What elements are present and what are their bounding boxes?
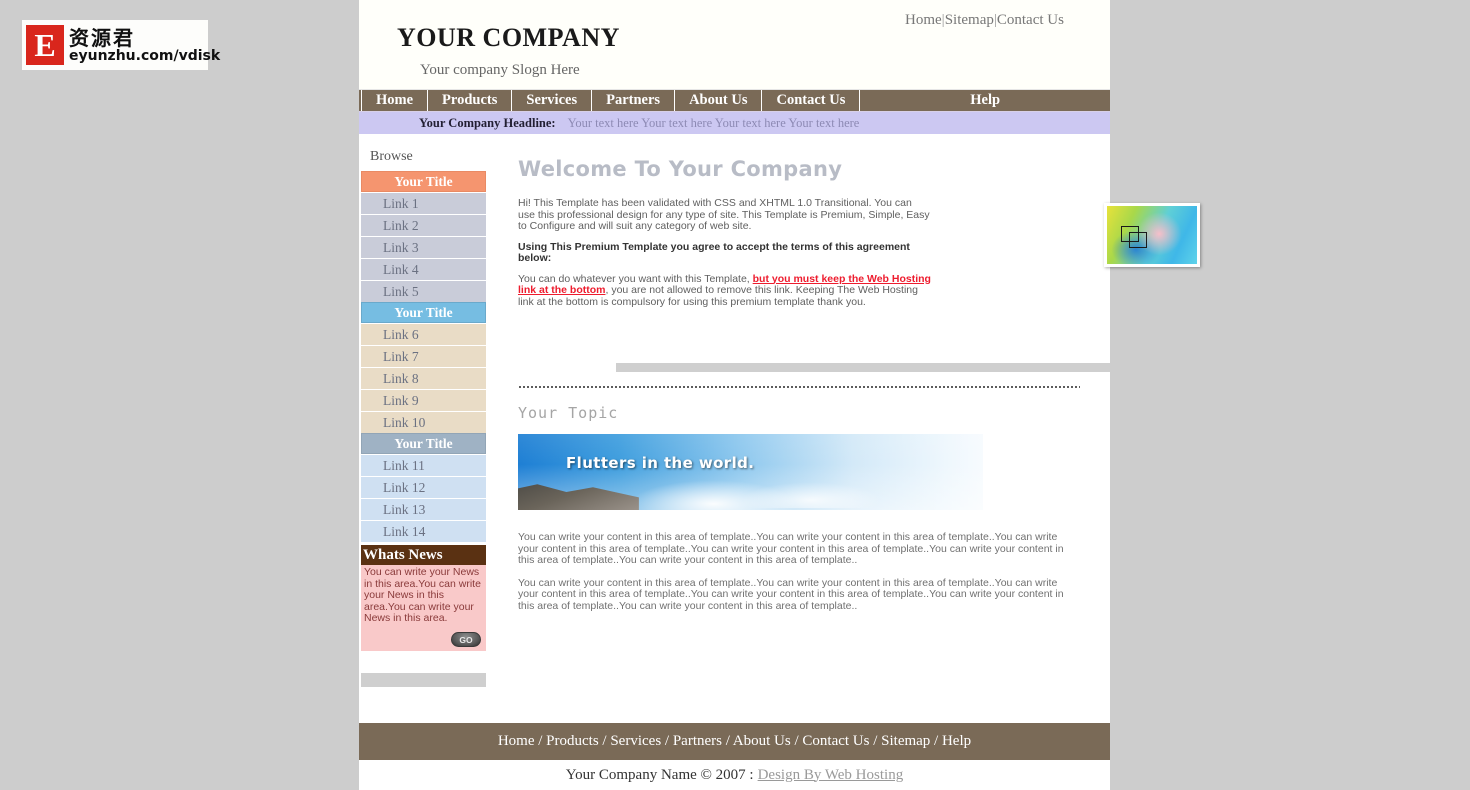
footer-copyright-text: Your Company Name © 2007 : bbox=[565, 766, 754, 783]
nav-item-services[interactable]: Services bbox=[512, 90, 593, 111]
nav-item-products[interactable]: Products bbox=[428, 90, 513, 111]
watermark-text: 资源君 eyunzhu.com/vdisk bbox=[69, 28, 220, 63]
welcome-body: Hi! This Template has been validated wit… bbox=[518, 197, 931, 309]
top-link-contact-us[interactable]: Contact Us bbox=[997, 12, 1064, 28]
sidebar-item-link-14[interactable]: Link 14 bbox=[361, 521, 486, 542]
banner-caption: Flutters in the world. bbox=[566, 454, 755, 472]
topic-content: You can write your content in this area … bbox=[518, 531, 1080, 612]
headline-bar: Your Company Headline: Your text here Yo… bbox=[359, 112, 1110, 135]
footer-copyright-bar: Your Company Name © 2007 : Design By Web… bbox=[359, 760, 1110, 790]
sidebar-item-link-5[interactable]: Link 5 bbox=[361, 281, 486, 302]
sidebar-item-link-10[interactable]: Link 10 bbox=[361, 412, 486, 433]
whats-news-title: Whats News bbox=[361, 545, 486, 565]
watermark-chinese-text: 资源君 bbox=[69, 25, 135, 50]
nav-item-contact-us[interactable]: Contact Us bbox=[762, 90, 861, 111]
sidebar-browse-label: Browse bbox=[370, 149, 413, 164]
headline-text: Your text here Your text here Your text … bbox=[567, 115, 860, 130]
sidebar-item-link-12[interactable]: Link 12 bbox=[361, 477, 486, 498]
site-slogan: Your company Slogn Here bbox=[420, 62, 580, 78]
topic-paragraph-1: You can write your content in this area … bbox=[518, 531, 1064, 566]
watermark-badge-letter: E bbox=[26, 25, 64, 65]
go-button[interactable]: GO bbox=[451, 632, 481, 647]
design-by-link[interactable]: Design By Web Hosting bbox=[758, 767, 904, 784]
sidebar-group-1: Your Title Link 1 Link 2 Link 3 Link 4 L… bbox=[360, 171, 488, 302]
sidebar-bottom-bar bbox=[361, 673, 486, 687]
top-link-home[interactable]: Home bbox=[905, 12, 942, 28]
site-header: YOUR COMPANY Your company Slogn Here Hom… bbox=[359, 0, 1110, 90]
welcome-title: Welcome To Your Company bbox=[518, 157, 843, 181]
footer-nav-links[interactable]: Home / Products / Services / Partners / … bbox=[498, 733, 971, 750]
nav-item-help[interactable]: Help bbox=[860, 90, 1110, 111]
main-content: Welcome To Your Company Hi! This Templat… bbox=[488, 135, 1200, 623]
sidebar-item-link-8[interactable]: Link 8 bbox=[361, 368, 486, 389]
section-divider-bar bbox=[616, 363, 1110, 372]
whats-news-text: You can write your News in this area.You… bbox=[364, 566, 481, 624]
top-utility-nav: Home|Sitemap|Contact Us bbox=[905, 11, 1110, 29]
sidebar-group-3-title: Your Title bbox=[361, 433, 486, 454]
topic-title: Your Topic bbox=[518, 404, 619, 422]
page-container: YOUR COMPANY Your company Slogn Here Hom… bbox=[359, 0, 1200, 790]
sidebar-group-3: Your Title Link 11 Link 12 Link 13 Link … bbox=[360, 433, 488, 542]
nav-item-about-us[interactable]: About Us bbox=[675, 90, 763, 111]
banner-cloud-icon-2 bbox=[741, 482, 881, 508]
sidebar-group-2-title: Your Title bbox=[361, 302, 486, 323]
sidebar-group-1-title: Your Title bbox=[361, 171, 486, 192]
sidebar-item-link-13[interactable]: Link 13 bbox=[361, 499, 486, 520]
sidebar-item-link-1[interactable]: Link 1 bbox=[361, 193, 486, 214]
welcome-panel: Welcome To Your Company Hi! This Templat… bbox=[488, 135, 1200, 347]
main-navigation: Home Products Services Partners About Us… bbox=[359, 90, 1110, 112]
whats-news-panel: You can write your News in this area.You… bbox=[361, 565, 486, 651]
nav-item-home[interactable]: Home bbox=[361, 90, 429, 111]
body-columns: Browse Your Title Link 1 Link 2 Link 3 L… bbox=[359, 135, 1200, 715]
topic-paragraph-2: You can write your content in this area … bbox=[518, 576, 1064, 612]
nav-item-partners[interactable]: Partners bbox=[592, 90, 676, 111]
broken-image-icon bbox=[1104, 203, 1200, 267]
topic-banner: Flutters in the world. bbox=[518, 434, 983, 510]
sidebar-item-link-3[interactable]: Link 3 bbox=[361, 237, 486, 258]
welcome-paragraph-3-part-a: You can do whatever you want with this T… bbox=[518, 272, 753, 285]
sidebar-item-link-9[interactable]: Link 9 bbox=[361, 390, 486, 411]
watermark-url-text: eyunzhu.com/vdisk bbox=[69, 47, 221, 64]
sidebar-item-link-4[interactable]: Link 4 bbox=[361, 259, 486, 280]
headline-label: Your Company Headline: bbox=[419, 115, 556, 130]
sidebar-group-2: Your Title Link 6 Link 7 Link 8 Link 9 L… bbox=[360, 302, 488, 433]
sidebar-item-link-11[interactable]: Link 11 bbox=[361, 455, 486, 476]
sidebar: Browse Your Title Link 1 Link 2 Link 3 L… bbox=[359, 135, 488, 687]
page-title: YOUR COMPANY bbox=[397, 23, 620, 52]
footer-navigation: Home / Products / Services / Partners / … bbox=[359, 723, 1110, 760]
watermark-logo: E 资源君 eyunzhu.com/vdisk bbox=[22, 20, 220, 70]
top-link-sitemap[interactable]: Sitemap bbox=[945, 12, 994, 28]
welcome-paragraph-1: Hi! This Template has been validated wit… bbox=[518, 197, 930, 232]
sidebar-item-link-2[interactable]: Link 2 bbox=[361, 215, 486, 236]
welcome-paragraph-2: Using This Premium Template you agree to… bbox=[518, 240, 910, 264]
sidebar-item-link-6[interactable]: Link 6 bbox=[361, 324, 486, 345]
sidebar-item-link-7[interactable]: Link 7 bbox=[361, 346, 486, 367]
welcome-paragraph-3: You can do whatever you want with this T… bbox=[518, 272, 931, 309]
broken-image-glyph-square-2 bbox=[1129, 232, 1147, 248]
